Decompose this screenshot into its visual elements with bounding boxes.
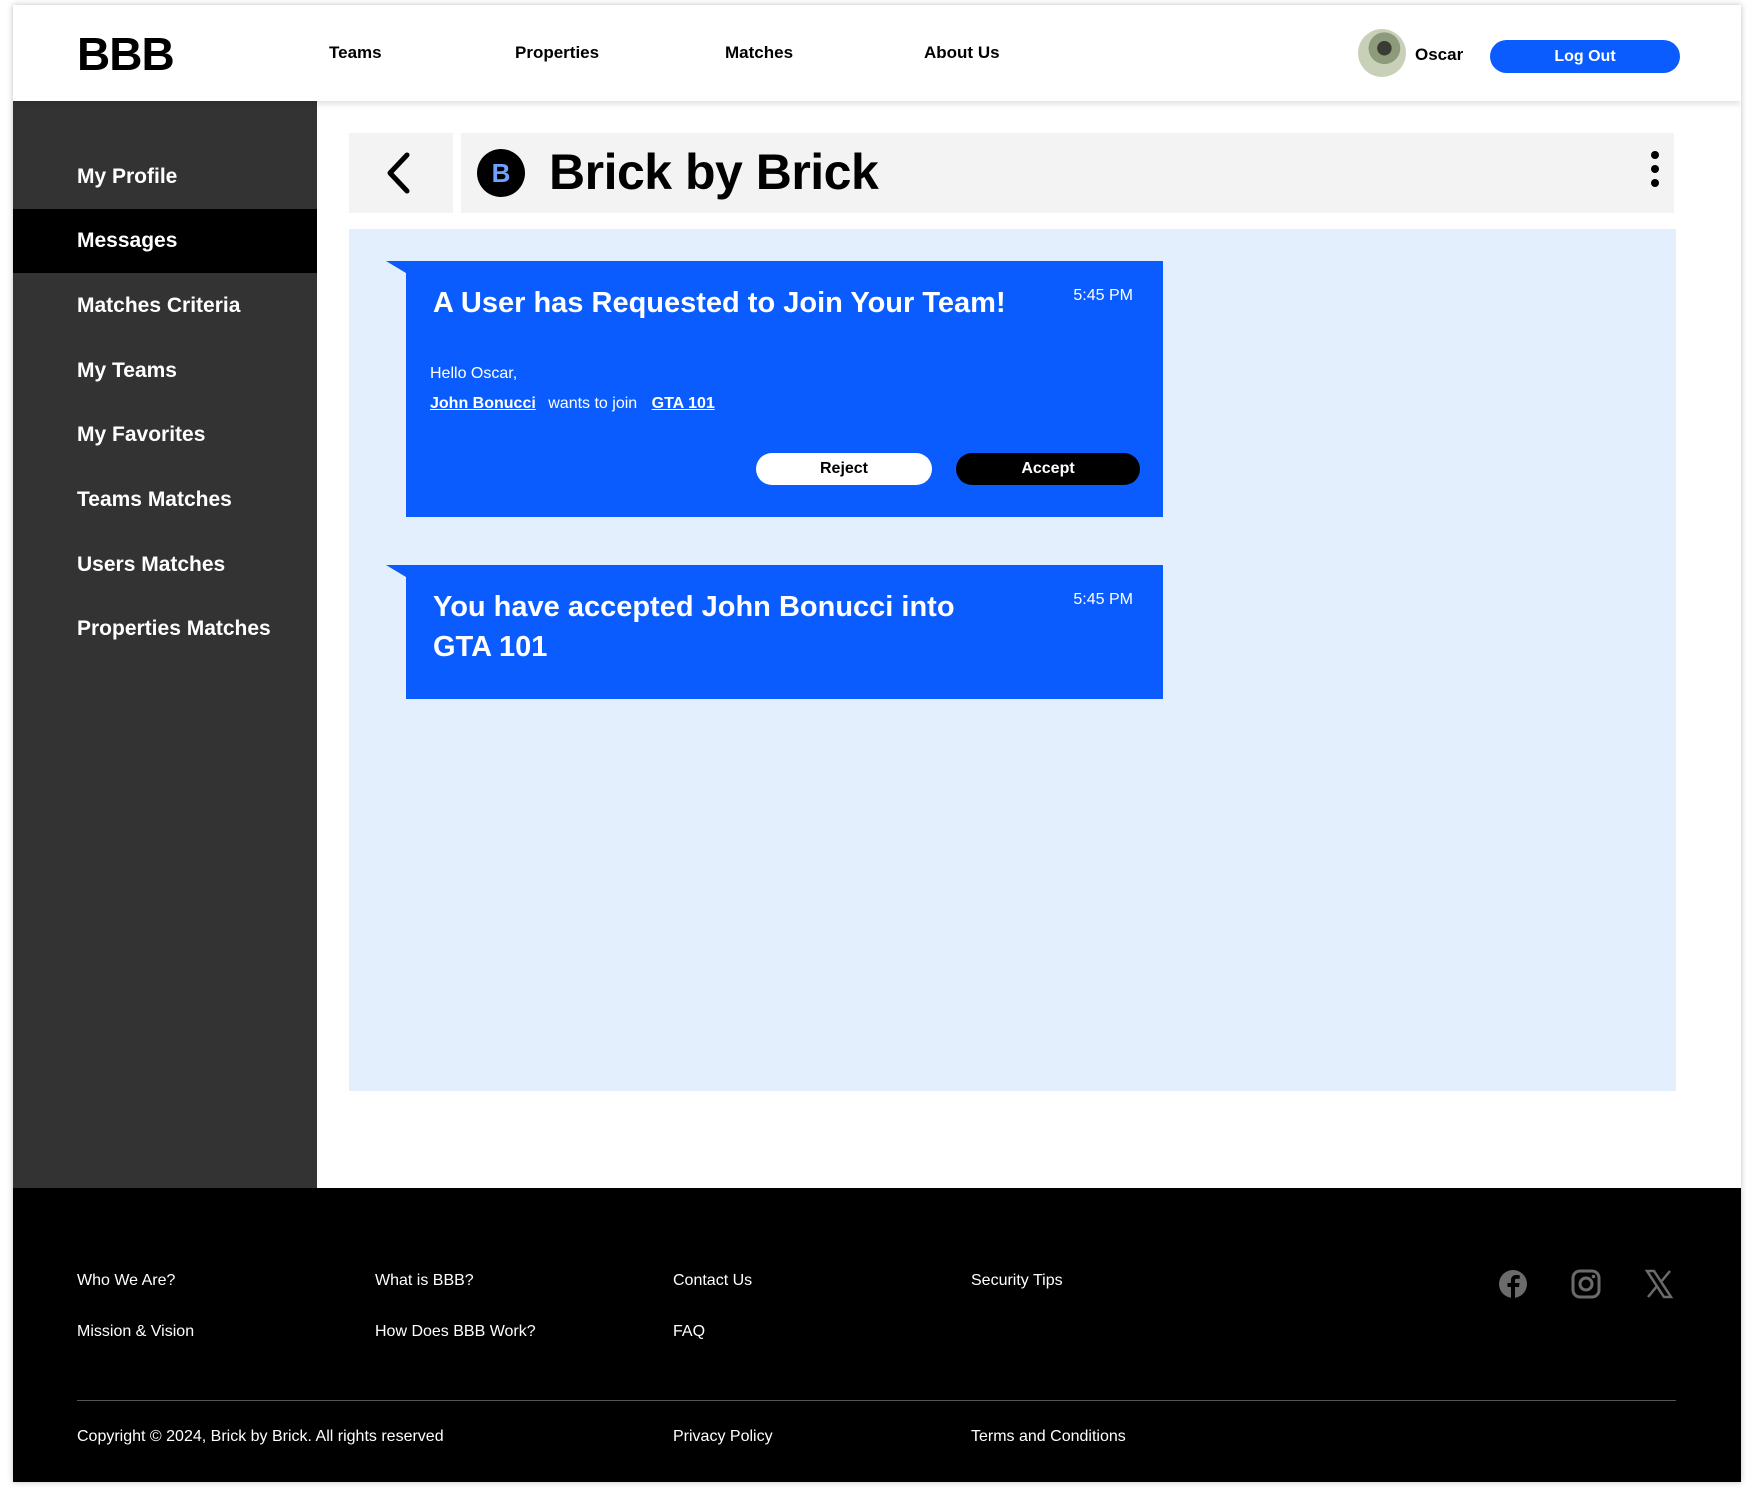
message-accepted: You have accepted John Bonucci into GTA … <box>386 565 1163 699</box>
footer: Who We Are? Mission & Vision What is BBB… <box>13 1188 1741 1482</box>
logo[interactable]: BBB <box>77 27 175 81</box>
nav-properties[interactable]: Properties <box>515 43 599 63</box>
message-title-line1: You have accepted John Bonucci into <box>433 591 955 623</box>
message-time: 5:45 PM <box>1073 287 1133 304</box>
x-icon[interactable] <box>1643 1268 1675 1300</box>
chat-header: B Brick by Brick <box>461 133 1674 213</box>
message-greeting: Hello Oscar, <box>430 365 518 382</box>
back-button[interactable] <box>349 133 453 213</box>
chevron-left-icon <box>387 152 410 194</box>
message-join-request: A User has Requested to Join Your Team! … <box>386 261 1163 517</box>
footer-what-is-bbb[interactable]: What is BBB? <box>375 1272 474 1290</box>
logout-button[interactable]: Log Out <box>1490 40 1680 73</box>
sidebar-item-properties-matches[interactable]: Properties Matches <box>13 597 317 661</box>
sidebar-item-users-matches[interactable]: Users Matches <box>13 533 317 597</box>
message-time: 5:45 PM <box>1073 591 1133 608</box>
sidebar-item-my-teams[interactable]: My Teams <box>13 339 317 403</box>
sidebar: My Profile Messages Matches Criteria My … <box>13 101 317 1188</box>
nav-about-us[interactable]: About Us <box>924 43 1000 63</box>
nav-matches[interactable]: Matches <box>725 43 793 63</box>
footer-security-tips[interactable]: Security Tips <box>971 1272 1063 1290</box>
avatar[interactable] <box>1358 29 1406 77</box>
footer-faq[interactable]: FAQ <box>673 1323 705 1341</box>
message-body: John Bonucci wants to join GTA 101 <box>430 395 715 413</box>
accept-button[interactable]: Accept <box>956 453 1140 485</box>
sidebar-item-matches-criteria[interactable]: Matches Criteria <box>13 274 317 338</box>
facebook-icon[interactable] <box>1497 1268 1529 1300</box>
footer-privacy-policy[interactable]: Privacy Policy <box>673 1428 773 1446</box>
top-header: BBB Teams Properties Matches About Us Os… <box>13 5 1741 101</box>
nav-teams[interactable]: Teams <box>329 43 382 63</box>
footer-how-bbb-works[interactable]: How Does BBB Work? <box>375 1323 536 1341</box>
footer-who-we-are[interactable]: Who We Are? <box>77 1272 175 1290</box>
sidebar-item-my-profile[interactable]: My Profile <box>13 145 317 209</box>
more-options-icon[interactable] <box>1648 151 1662 195</box>
footer-divider <box>77 1400 1676 1401</box>
team-avatar: B <box>477 149 525 197</box>
footer-mission-vision[interactable]: Mission & Vision <box>77 1323 194 1341</box>
message-thread[interactable]: A User has Requested to Join Your Team! … <box>349 229 1676 1091</box>
user-name[interactable]: Oscar <box>1415 45 1463 65</box>
sidebar-item-my-favorites[interactable]: My Favorites <box>13 403 317 467</box>
sidebar-item-teams-matches[interactable]: Teams Matches <box>13 468 317 532</box>
footer-contact-us[interactable]: Contact Us <box>673 1272 752 1290</box>
user-link[interactable]: John Bonucci <box>430 395 536 412</box>
message-title: A User has Requested to Join Your Team! <box>433 287 1006 319</box>
app-frame: BBB Teams Properties Matches About Us Os… <box>13 5 1741 1482</box>
footer-terms[interactable]: Terms and Conditions <box>971 1428 1126 1446</box>
reject-button[interactable]: Reject <box>756 453 932 485</box>
chat-title: Brick by Brick <box>549 144 879 200</box>
message-middle-text: wants to join <box>548 395 638 412</box>
instagram-icon[interactable] <box>1570 1268 1602 1300</box>
footer-copyright: Copyright © 2024, Brick by Brick. All ri… <box>77 1428 444 1445</box>
team-link[interactable]: GTA 101 <box>652 395 715 412</box>
message-title-line2: GTA 101 <box>433 631 548 663</box>
sidebar-item-messages[interactable]: Messages <box>13 209 317 273</box>
